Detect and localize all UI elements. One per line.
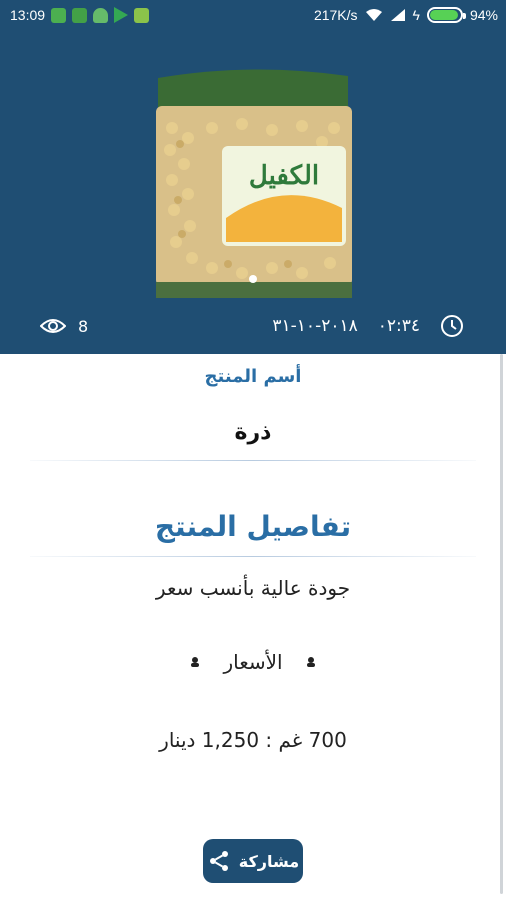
views-counter: 8	[40, 310, 88, 342]
eye-icon	[40, 319, 66, 333]
scrollbar[interactable]	[500, 354, 503, 894]
status-left: 13:09	[10, 0, 150, 30]
prices-label: الأسعار	[223, 650, 283, 674]
status-right: 217K/s ϟ 94%	[314, 0, 498, 30]
product-name: ذرة	[234, 420, 272, 445]
battery-tip	[462, 13, 466, 19]
app-notification-icon	[134, 7, 150, 23]
image-pager-dot[interactable]	[249, 275, 257, 283]
battery-percent: 94%	[469, 7, 498, 23]
post-date: ٢٠١٨-١٠-٣١	[272, 316, 358, 336]
share-label: مشاركة	[238, 851, 300, 871]
network-speed: 217K/s	[313, 7, 358, 23]
share-button[interactable]: مشاركة	[203, 839, 303, 883]
product-image-header: الكفيل 8 ٢٠١٨-١٠-٣١ ٠٢:٣٤	[0, 30, 506, 354]
signal-icon	[390, 9, 405, 21]
app-notification-icon	[51, 7, 67, 23]
brand-logo-text: الكفيل	[249, 161, 319, 191]
clock-icon	[441, 315, 463, 337]
price-line: 700 غم : 1,250 دينار	[159, 728, 347, 752]
divider	[30, 460, 476, 461]
wifi-icon	[365, 9, 382, 21]
prices-heading: الأسعار	[0, 650, 506, 674]
bullet-icon	[191, 657, 200, 667]
details-text: جودة عالية بأنسب سعر	[155, 576, 351, 600]
divider	[30, 556, 476, 557]
battery-icon	[426, 7, 466, 23]
product-details: أسم المنتج ذرة تفاصيل المنتج جودة عالية …	[0, 354, 506, 900]
product-meta-row: 8 ٢٠١٨-١٠-٣١ ٠٢:٣٤	[0, 310, 506, 342]
views-count: 8	[78, 316, 89, 336]
clock-text: 13:09	[10, 7, 46, 23]
app-notification-icon	[72, 7, 88, 23]
post-datetime: ٢٠١٨-١٠-٣١ ٠٢:٣٤	[272, 310, 464, 342]
play-store-icon	[114, 7, 129, 23]
app-notification-icon	[93, 7, 109, 23]
product-name-label: أسم المنتج	[204, 366, 302, 387]
battery-level-fill	[429, 10, 459, 20]
share-icon	[209, 851, 228, 871]
details-title: تفاصيل المنتج	[154, 510, 352, 543]
status-bar: 13:09 217K/s ϟ 94%	[0, 0, 506, 30]
screen: 13:09 217K/s ϟ 94% الكفيل 8 ٢٠١٨-١٠-٣١ ٠…	[0, 0, 506, 900]
post-time: ٠٢:٣٤	[377, 316, 420, 336]
charging-icon: ϟ	[412, 7, 420, 23]
bullet-icon	[306, 657, 315, 667]
product-image[interactable]: الكفيل	[152, 68, 354, 303]
